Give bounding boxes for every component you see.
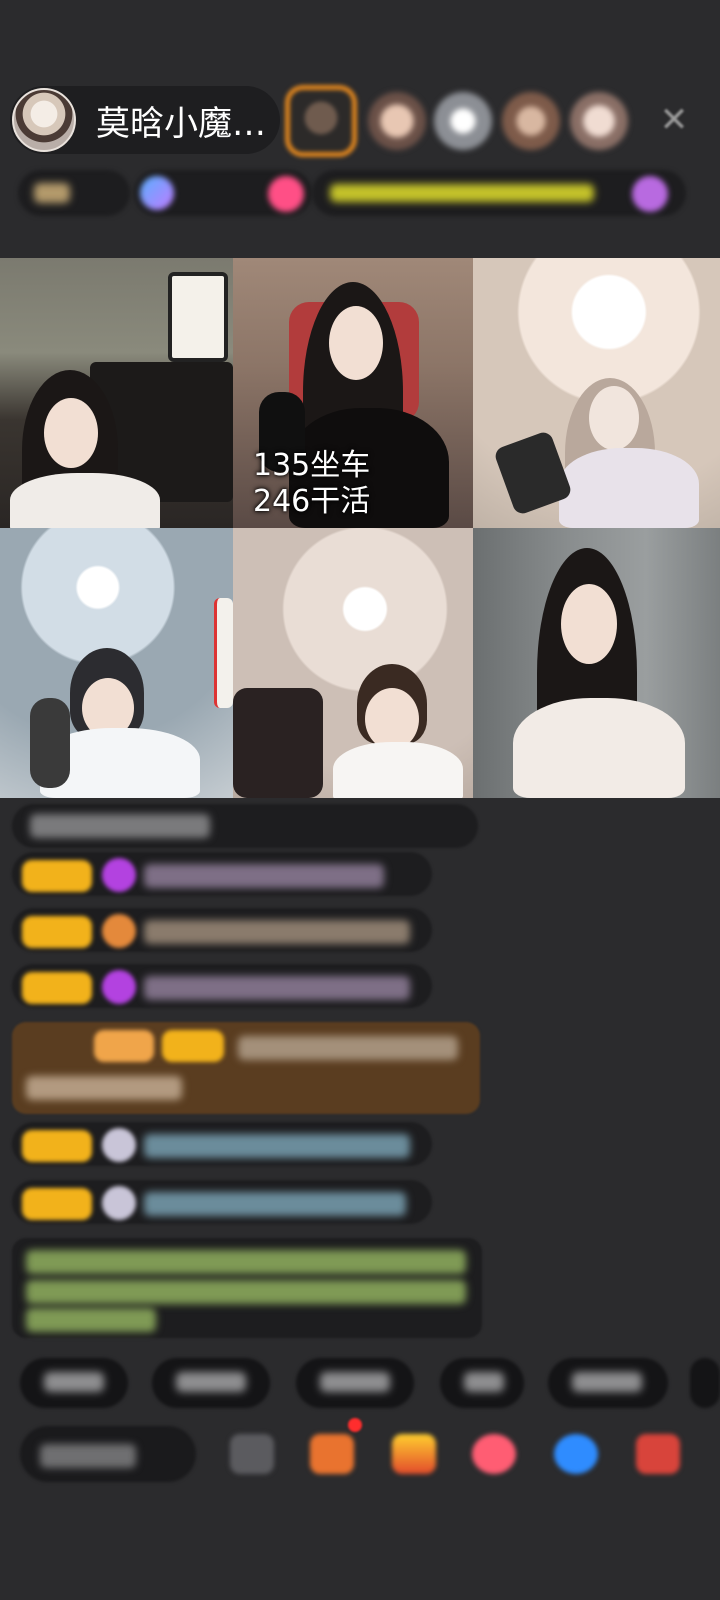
gem-icon [102, 970, 136, 1004]
host-name[interactable]: 莫晗小魔… [96, 96, 266, 145]
level-badge [22, 1130, 92, 1162]
video-tile-5[interactable] [233, 528, 473, 798]
level-badge [22, 916, 92, 948]
viewer-avatar [434, 92, 492, 150]
streamer-body [333, 742, 463, 798]
microphone [30, 698, 70, 788]
user-avatar [102, 1186, 136, 1220]
level-badge [162, 1030, 224, 1062]
gift-icon[interactable] [268, 176, 304, 212]
video-tile-4[interactable] [0, 528, 233, 798]
top-viewer-4[interactable] [500, 84, 562, 158]
top-viewer-2[interactable] [366, 84, 428, 158]
quick-pill-3[interactable] [296, 1358, 414, 1408]
chat-text [144, 976, 410, 1000]
chat-text [144, 1134, 410, 1158]
chat-text [238, 1036, 458, 1060]
overlay-line-1: 135坐车 [253, 448, 371, 483]
streamer-face [329, 306, 383, 380]
host-avatar[interactable] [12, 88, 76, 152]
viewer-avatar [368, 92, 426, 150]
level-badge [94, 1030, 154, 1062]
streamer-face [365, 688, 419, 750]
streamer-face [589, 386, 639, 450]
video-tile-1[interactable] [0, 258, 233, 528]
notice-text [26, 1250, 466, 1274]
marquee-text [330, 184, 594, 202]
level-badge [22, 860, 92, 892]
quick-pill-6[interactable] [690, 1358, 720, 1408]
host-info-pill[interactable]: 莫晗小魔… [10, 86, 280, 154]
notice-text [26, 1280, 466, 1304]
video-tile-3[interactable] [473, 258, 720, 528]
streamer-face [44, 398, 98, 468]
streamer-body [559, 448, 699, 528]
quick-pill-2[interactable] [152, 1358, 270, 1408]
quick-pill-1[interactable] [20, 1358, 128, 1408]
notification-dot [348, 1418, 362, 1432]
shop-icon[interactable] [636, 1434, 680, 1474]
top-viewer-1[interactable] [284, 84, 358, 158]
streamer-body [10, 473, 160, 528]
treasure-icon[interactable] [392, 1434, 436, 1474]
video-tile-6[interactable] [473, 528, 720, 798]
poster [214, 598, 233, 708]
chat-text [144, 864, 384, 888]
chat-text [26, 1076, 182, 1100]
level-badge [22, 1188, 92, 1220]
notice-text [26, 1308, 156, 1332]
microphone [233, 688, 323, 798]
viewer-avatar [570, 92, 628, 150]
gem-icon [102, 914, 136, 948]
chat-text [30, 814, 210, 838]
quick-pill-4[interactable] [440, 1358, 524, 1408]
overlay-line-2: 246干活 [253, 484, 371, 519]
top-viewer-3[interactable] [432, 84, 494, 158]
video-grid: 135坐车 246干活 [0, 258, 720, 798]
gift-box-icon[interactable] [310, 1434, 354, 1474]
overlay-text: 135坐车 246干活 [253, 448, 370, 520]
gift-icon[interactable] [472, 1434, 516, 1474]
top-viewer-5[interactable] [568, 84, 630, 158]
chat-text [144, 1192, 406, 1216]
popularity-icon [140, 176, 174, 210]
gem-icon [102, 858, 136, 892]
more-icon[interactable] [230, 1434, 274, 1474]
cow-poster [168, 272, 228, 362]
chat-text [144, 920, 410, 944]
game-icon[interactable] [554, 1434, 598, 1474]
activity-icon[interactable] [632, 176, 668, 212]
streamer-face [561, 584, 617, 664]
quick-pill-5[interactable] [548, 1358, 668, 1408]
user-avatar [102, 1128, 136, 1162]
rank-badge [34, 183, 70, 203]
viewer-avatar [502, 92, 560, 150]
video-tile-2[interactable]: 135坐车 246干活 [233, 258, 473, 528]
streamer-body [513, 698, 685, 798]
viewer-avatar [285, 85, 357, 157]
chat-input-placeholder [40, 1444, 136, 1468]
level-badge [22, 972, 92, 1004]
close-icon[interactable]: ✕ [654, 100, 694, 140]
